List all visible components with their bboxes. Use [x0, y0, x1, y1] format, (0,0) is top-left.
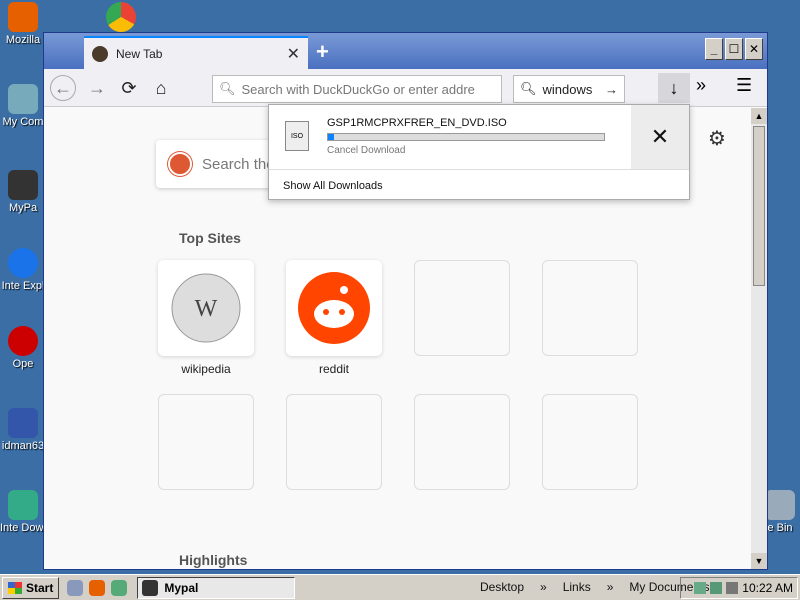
desktop-icon-mozilla[interactable]: Mozilla	[0, 2, 46, 46]
idm-icon	[8, 408, 38, 438]
close-window-button[interactable]: ✕	[745, 38, 763, 60]
url-bar[interactable]: 🔍︎ Search with DuckDuckGo or enter addre	[212, 75, 502, 103]
desktop-icon-internet-explorer[interactable]: Inte Expl	[0, 248, 46, 292]
download-progress-fill	[328, 134, 334, 140]
download-file-name: GSP1RMCPRXFRER_EN_DVD.ISO	[327, 117, 507, 129]
scroll-up-icon[interactable]: ▲	[751, 108, 767, 124]
site-label-wikipedia: wikipedia	[181, 362, 231, 376]
taskbar: Start Mypal Desktop » Links » My Documen…	[0, 574, 800, 600]
go-arrow-icon[interactable]: →	[605, 82, 618, 97]
search-icon: 🔍︎	[219, 81, 236, 96]
ie-icon	[8, 248, 38, 278]
new-tab-button[interactable]: +	[316, 39, 329, 65]
empty-site-tile	[286, 394, 382, 490]
mypal-icon	[142, 579, 159, 596]
duckduckgo-icon	[168, 152, 192, 176]
top-sites-title: Top Sites	[179, 230, 241, 246]
minimize-button[interactable]: _	[705, 38, 723, 60]
maximize-button[interactable]: ☐	[725, 38, 743, 60]
chrome-icon	[106, 2, 136, 32]
empty-site-tile	[542, 260, 638, 356]
download-manager-icon	[8, 490, 38, 520]
desktop-icon-internet-download[interactable]: Inte Down	[0, 490, 46, 534]
navigation-toolbar: ← → ⟳ ⌂ 🔍︎ Search with DuckDuckGo or ent…	[44, 69, 767, 107]
opera-icon	[8, 326, 38, 356]
reload-button[interactable]: ⟳	[116, 75, 142, 101]
volume-icon[interactable]	[726, 582, 739, 594]
iso-file-icon: ISO	[285, 121, 309, 151]
chevron-icon[interactable]: »	[540, 580, 547, 594]
desktop-icon-chrome[interactable]	[98, 2, 144, 34]
page-search-placeholder: Search the	[202, 155, 275, 173]
gear-icon[interactable]: ⚙	[708, 126, 726, 151]
chevron-icon[interactable]: »	[607, 580, 614, 594]
clock[interactable]: 10:22 AM	[742, 581, 793, 595]
reddit-icon	[298, 272, 370, 344]
downloads-button[interactable]: ↓	[658, 73, 690, 103]
taskbar-item-mypal[interactable]: Mypal	[137, 576, 296, 599]
show-desktop-icon[interactable]	[111, 579, 128, 596]
tray-app-icon[interactable]	[710, 582, 723, 594]
scroll-down-icon[interactable]: ▼	[751, 553, 767, 569]
mypal-favicon-icon	[92, 45, 108, 62]
toolbar-desktop[interactable]: Desktop	[480, 580, 524, 594]
download-progress-bar	[327, 133, 605, 141]
system-tray: 10:22 AM	[680, 577, 798, 599]
start-button[interactable]: Start	[2, 576, 60, 599]
empty-site-tile	[414, 394, 510, 490]
scroll-thumb[interactable]	[753, 126, 765, 286]
downloads-panel: ISO GSP1RMCPRXFRER_EN_DVD.ISO Cancel Dow…	[268, 104, 690, 200]
back-button[interactable]: ←	[50, 75, 76, 101]
firefox-icon	[8, 2, 38, 32]
desktop-icon-idman[interactable]: idman63	[0, 408, 46, 452]
forward-button[interactable]: →	[84, 75, 110, 101]
overflow-chevron-icon[interactable]: »	[696, 75, 706, 96]
site-tile-wikipedia[interactable]: W	[158, 260, 254, 356]
tab-new-tab[interactable]: New Tab ✕	[84, 36, 308, 69]
show-all-downloads-label: Show All Downloads	[283, 179, 383, 192]
download-status: Cancel Download	[327, 145, 406, 156]
windows-logo-icon	[8, 581, 22, 594]
highlights-title: Highlights	[179, 552, 248, 568]
url-placeholder: Search with DuckDuckGo or enter addre	[241, 81, 475, 97]
desktop-icon-my-computer[interactable]: My Com	[0, 84, 46, 128]
computer-icon	[8, 84, 38, 114]
tab-title: New Tab	[116, 46, 163, 61]
show-all-downloads-button[interactable]: Show All Downloads	[269, 169, 689, 201]
mypal-icon	[8, 170, 38, 200]
cancel-download-button[interactable]: ✕	[631, 105, 689, 169]
tab-close-icon[interactable]: ✕	[287, 44, 300, 64]
site-tile-reddit[interactable]	[286, 260, 382, 356]
vertical-scrollbar[interactable]: ▲ ▼	[751, 108, 767, 569]
ie-icon[interactable]	[67, 579, 84, 596]
empty-site-tile	[414, 260, 510, 356]
download-item[interactable]: ISO GSP1RMCPRXFRER_EN_DVD.ISO Cancel Dow…	[269, 105, 631, 169]
empty-site-tile	[542, 394, 638, 490]
search-icon: 🔍︎	[520, 81, 537, 96]
hamburger-menu-icon[interactable]: ☰	[736, 75, 752, 96]
svg-text:W: W	[195, 296, 218, 322]
title-bar: New Tab ✕ + _ ☐ ✕	[44, 33, 767, 69]
taskbar-item-label: Mypal	[164, 580, 199, 595]
quick-launch	[67, 579, 128, 596]
network-icon[interactable]	[694, 582, 707, 594]
site-label-reddit: reddit	[318, 362, 350, 376]
wikipedia-icon: W	[171, 273, 241, 343]
home-button[interactable]: ⌂	[148, 75, 174, 101]
desktop-icon-mypal[interactable]: MyPa	[0, 170, 46, 214]
recycle-bin-icon	[765, 490, 795, 520]
desktop-icon-opera[interactable]: Ope	[0, 326, 46, 370]
empty-site-tile	[158, 394, 254, 490]
toolbar-links[interactable]: Links	[563, 580, 591, 594]
search-value: windows	[542, 81, 593, 97]
firefox-icon[interactable]	[89, 579, 106, 596]
start-label: Start	[26, 580, 54, 595]
search-bar[interactable]: 🔍︎ windows →	[513, 75, 625, 103]
